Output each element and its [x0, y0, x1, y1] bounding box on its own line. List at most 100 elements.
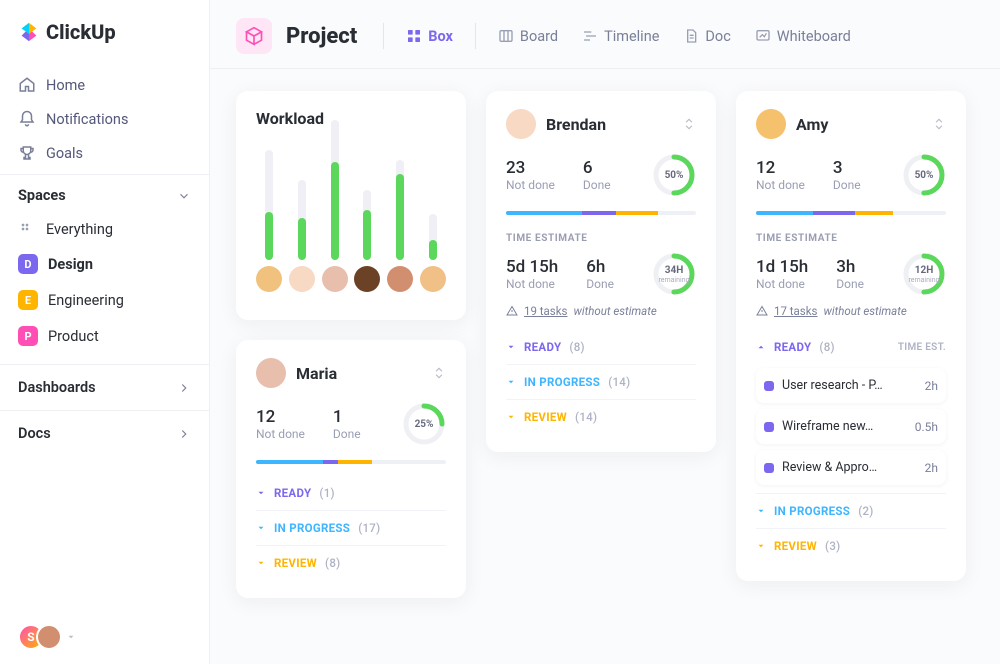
- progress-ring: 50%: [652, 153, 696, 197]
- project-icon[interactable]: [236, 18, 272, 54]
- time-estimate-header: TIME ESTIMATE: [506, 233, 696, 244]
- space-label: Design: [48, 256, 93, 273]
- user-avatar-stack[interactable]: S: [0, 610, 209, 664]
- task-item[interactable]: Wireframe new…0.5h: [756, 409, 946, 444]
- topbar: Project Box Board Timeline Doc Whiteboar…: [210, 0, 1000, 69]
- expand-handle[interactable]: [932, 117, 946, 131]
- chevron-down-icon: [256, 488, 266, 498]
- section-dashboards[interactable]: Dashboards: [0, 364, 209, 410]
- avatar[interactable]: [387, 266, 413, 292]
- workload-bar[interactable]: [429, 214, 437, 260]
- progress-bar: [256, 460, 446, 464]
- person-name: Maria: [296, 364, 337, 383]
- avatar[interactable]: [506, 109, 536, 139]
- space-badge: E: [18, 290, 38, 310]
- expand-handle[interactable]: [682, 117, 696, 131]
- spaces-header[interactable]: Spaces: [0, 174, 209, 212]
- progress-ring: 12Hremaining: [902, 252, 946, 296]
- chevron-down-icon: [506, 377, 516, 387]
- space-everything[interactable]: Everything: [0, 212, 209, 246]
- view-tab-box[interactable]: Box: [398, 24, 461, 49]
- estimate-warning[interactable]: 17 taskswithout estimate: [756, 304, 946, 318]
- space-engineering[interactable]: E Engineering: [0, 282, 209, 318]
- person-card-brendan: Brendan 23Not done 6Done 50% TIME ESTIMA…: [486, 91, 716, 452]
- done-count: 3: [833, 158, 861, 178]
- board-icon: [498, 28, 514, 44]
- whiteboard-icon: [755, 28, 771, 44]
- status-row-in-progress[interactable]: IN PROGRESS (14): [506, 364, 696, 399]
- avatar[interactable]: [756, 109, 786, 139]
- avatar[interactable]: [256, 266, 282, 292]
- view-tab-timeline[interactable]: Timeline: [574, 24, 667, 49]
- expand-handle[interactable]: [432, 366, 446, 380]
- chevron-right-icon: [177, 427, 191, 441]
- view-tab-board[interactable]: Board: [490, 24, 566, 49]
- task-status-square: [764, 381, 774, 391]
- nav-label: Notifications: [46, 111, 128, 128]
- avatar[interactable]: [420, 266, 446, 292]
- brand-logo[interactable]: ClickUp: [0, 20, 209, 64]
- workload-bar[interactable]: [363, 190, 371, 260]
- avatar[interactable]: [354, 266, 380, 292]
- progress-bar: [756, 211, 946, 215]
- not-done-count: 12: [256, 407, 305, 427]
- primary-nav: Home Notifications Goals: [0, 64, 209, 174]
- estimate-warning[interactable]: 19 taskswithout estimate: [506, 304, 696, 318]
- nav-home[interactable]: Home: [0, 68, 209, 102]
- workload-bar[interactable]: [396, 160, 404, 260]
- space-label: Engineering: [48, 292, 124, 309]
- chevron-down-icon: [177, 189, 191, 203]
- status-row-review[interactable]: REVIEW (3): [756, 528, 946, 563]
- task-item[interactable]: Review & Appro…2h: [756, 450, 946, 485]
- view-tab-doc[interactable]: Doc: [675, 24, 738, 49]
- task-status-square: [764, 422, 774, 432]
- task-item[interactable]: User research - P…2h: [756, 368, 946, 403]
- person-name: Amy: [796, 115, 828, 134]
- chevron-down-icon: [756, 506, 766, 516]
- workload-bar[interactable]: [298, 180, 306, 260]
- person-name: Brendan: [546, 115, 606, 134]
- nav-label: Goals: [46, 145, 83, 162]
- clickup-logo-icon: [18, 21, 40, 43]
- status-row-in-progress[interactable]: IN PROGRESS (17): [256, 510, 446, 545]
- space-label: Everything: [46, 221, 113, 238]
- grid-icon: [406, 28, 422, 44]
- warning-icon: [506, 305, 518, 317]
- content: Workload Maria 12Not done 1Done 25% READ…: [210, 69, 1000, 664]
- chevron-down-icon: [756, 541, 766, 551]
- avatar[interactable]: [322, 266, 348, 292]
- sidebar: ClickUp Home Notifications Goals Spaces …: [0, 0, 210, 664]
- status-row-in-progress[interactable]: IN PROGRESS (2): [756, 493, 946, 528]
- view-tab-whiteboard[interactable]: Whiteboard: [747, 24, 859, 49]
- person-card-amy: Amy 12Not done 3Done 50% TIME ESTIMATE 1…: [736, 91, 966, 581]
- not-done-count: 12: [756, 158, 805, 178]
- space-design[interactable]: D Design: [0, 246, 209, 282]
- workload-bar[interactable]: [331, 120, 339, 260]
- task-status-square: [764, 463, 774, 473]
- home-icon: [18, 76, 36, 94]
- section-docs[interactable]: Docs: [0, 410, 209, 456]
- avatar[interactable]: [289, 266, 315, 292]
- separator: [475, 23, 476, 49]
- space-label: Product: [48, 328, 99, 345]
- status-row-review[interactable]: REVIEW (8): [256, 545, 446, 580]
- nav-goals[interactable]: Goals: [0, 136, 209, 170]
- status-row-review[interactable]: REVIEW (14): [506, 399, 696, 434]
- main: Project Box Board Timeline Doc Whiteboar…: [210, 0, 1000, 664]
- space-product[interactable]: P Product: [0, 318, 209, 354]
- doc-icon: [683, 28, 699, 44]
- workload-bar[interactable]: [265, 150, 273, 260]
- avatar[interactable]: [256, 358, 286, 388]
- status-row-ready[interactable]: READY (8) TIME EST.: [756, 330, 946, 364]
- time-estimate-header: TIME ESTIMATE: [756, 233, 946, 244]
- progress-bar: [506, 211, 696, 215]
- progress-ring: 34Hremaining: [652, 252, 696, 296]
- chevron-right-icon: [177, 381, 191, 395]
- person-card-maria: Maria 12Not done 1Done 25% READY (1) IN …: [236, 340, 466, 598]
- status-row-ready[interactable]: READY (1): [256, 476, 446, 510]
- grid-icon: [18, 220, 36, 238]
- nav-notifications[interactable]: Notifications: [0, 102, 209, 136]
- status-row-ready[interactable]: READY (8): [506, 330, 696, 364]
- warning-icon: [756, 305, 768, 317]
- space-badge: P: [18, 326, 38, 346]
